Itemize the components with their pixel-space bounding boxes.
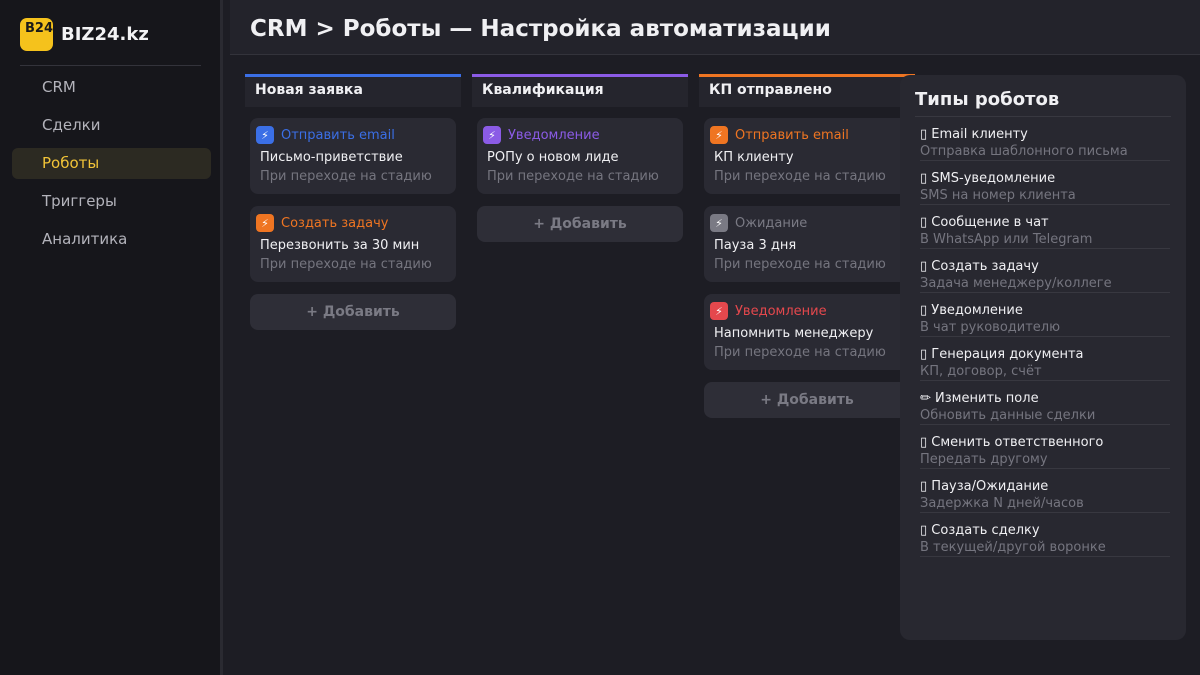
robot-card[interactable]: ⚡ Создать задачу Перезвонить за 30 мин П…: [250, 206, 456, 282]
robot-name: Пауза 3 дня: [714, 238, 797, 253]
robot-card[interactable]: ⚡ Отправить email Письмо-приветствие При…: [250, 118, 456, 194]
sidebar-item-deals[interactable]: Сделки: [12, 110, 211, 141]
robot-type-document[interactable]: ▯ Генерация документа КП, договор, счёт: [920, 337, 1170, 381]
robot-name: РОПу о новом лиде: [487, 150, 619, 165]
robot-trigger: При переходе на стадию: [260, 169, 432, 184]
robot-type-label: Сменить ответственного: [931, 435, 1104, 450]
user-swap-icon: ▯: [920, 435, 928, 450]
robot-type-desc: Обновить данные сделки: [920, 408, 1096, 423]
robot-type: Уведомление: [735, 303, 827, 319]
brand[interactable]: B24 BIZ24.kz: [20, 18, 149, 51]
chat-icon: ▯: [920, 215, 928, 230]
lightning-icon: ⚡: [710, 302, 728, 320]
sidebar-item-triggers[interactable]: Триггеры: [12, 186, 211, 217]
page-header: CRM > Роботы — Настройка автоматизации: [230, 0, 1200, 55]
stage-column-qualification: Квалификация ⚡ Уведомление РОПу о новом …: [472, 74, 688, 242]
logo: B24: [20, 18, 53, 51]
add-robot-button[interactable]: + Добавить: [477, 206, 683, 242]
robot-type: Создать задачу: [281, 215, 389, 231]
robot-type-edit-field[interactable]: ✏ Изменить поле Обновить данные сделки: [920, 381, 1170, 425]
sidebar: B24 BIZ24.kz CRM Сделки Роботы Триггеры …: [0, 0, 220, 675]
add-robot-button[interactable]: + Добавить: [250, 294, 456, 330]
lightning-icon: ⚡: [256, 126, 274, 144]
robot-type-desc: SMS на номер клиента: [920, 188, 1076, 203]
panel-title: Типы роботов: [915, 89, 1171, 117]
robot-trigger: При переходе на стадию: [714, 257, 886, 272]
robot-card[interactable]: ⚡ Уведомление Напомнить менеджеру При пе…: [704, 294, 910, 370]
robot-type: Отправить email: [735, 127, 849, 143]
robot-type-label: Сообщение в чат: [931, 215, 1049, 230]
add-robot-button[interactable]: + Добавить: [704, 382, 910, 418]
robot-types-panel: Типы роботов ▯ Email клиенту Отправка ша…: [900, 75, 1186, 640]
pencil-icon: ✏: [920, 391, 931, 406]
robot-type-desc: КП, договор, счёт: [920, 364, 1042, 379]
task-icon: ▯: [920, 259, 928, 274]
robot-trigger: При переходе на стадию: [487, 169, 659, 184]
robot-type-change-owner[interactable]: ▯ Сменить ответственного Передать другом…: [920, 425, 1170, 469]
robot-type-desc: Задержка N дней/часов: [920, 496, 1084, 511]
robot-type-chat[interactable]: ▯ Сообщение в чат В WhatsApp или Telegra…: [920, 205, 1170, 249]
robot-type-task[interactable]: ▯ Создать задачу Задача менеджеру/коллег…: [920, 249, 1170, 293]
robot-name: Перезвонить за 30 мин: [260, 238, 420, 253]
stage-header: Квалификация: [472, 74, 688, 107]
robot-type-desc: Задача менеджеру/коллеге: [920, 276, 1112, 291]
robot-type-create-deal[interactable]: ▯ Создать сделку В текущей/другой воронк…: [920, 513, 1170, 557]
robot-type: Ожидание: [735, 215, 808, 231]
robot-type-desc: В чат руководителю: [920, 320, 1061, 335]
robot-type-label: SMS-уведомление: [931, 171, 1056, 186]
document-icon: ▯: [920, 347, 928, 362]
lightning-icon: ⚡: [256, 214, 274, 232]
robot-name: Письмо-приветствие: [260, 150, 403, 165]
robot-trigger: При переходе на стадию: [260, 257, 432, 272]
robot-card[interactable]: ⚡ Уведомление РОПу о новом лиде При пере…: [477, 118, 683, 194]
robot-type-label: Email клиенту: [931, 127, 1028, 142]
robot-type-label: Создать сделку: [931, 523, 1040, 538]
robot-name: Напомнить менеджеру: [714, 326, 874, 341]
robot-trigger: При переходе на стадию: [714, 169, 886, 184]
pause-icon: ▯: [920, 479, 928, 494]
stage-column-new-request: Новая заявка ⚡ Отправить email Письмо-пр…: [245, 74, 461, 330]
lightning-icon: ⚡: [710, 126, 728, 144]
robot-type-pause[interactable]: ▯ Пауза/Ожидание Задержка N дней/часов: [920, 469, 1170, 513]
robot-card[interactable]: ⚡ Ожидание Пауза 3 дня При переходе на с…: [704, 206, 910, 282]
robot-type-desc: В WhatsApp или Telegram: [920, 232, 1093, 247]
stage-header: КП отправлено: [699, 74, 915, 107]
stage-column-proposal-sent: КП отправлено ⚡ Отправить email КП клиен…: [699, 74, 915, 418]
lightning-icon: ⚡: [710, 214, 728, 232]
sidebar-border: [220, 0, 223, 675]
bell-icon: ▯: [920, 303, 928, 318]
robot-type: Отправить email: [281, 127, 395, 143]
robot-card[interactable]: ⚡ Отправить email КП клиенту При переход…: [704, 118, 910, 194]
robot-type-label: Создать задачу: [931, 259, 1039, 274]
sidebar-divider: [20, 65, 201, 66]
brand-name: BIZ24.kz: [61, 24, 149, 45]
lightning-icon: ⚡: [483, 126, 501, 144]
robot-trigger: При переходе на стадию: [714, 345, 886, 360]
robot-type-notification[interactable]: ▯ Уведомление В чат руководителю: [920, 293, 1170, 337]
sidebar-item-analytics[interactable]: Аналитика: [12, 224, 211, 255]
sidebar-item-crm[interactable]: CRM: [12, 72, 211, 103]
robot-type-desc: Передать другому: [920, 452, 1048, 467]
envelope-icon: ▯: [920, 127, 928, 142]
page-title: CRM > Роботы — Настройка автоматизации: [250, 16, 831, 42]
robot-type: Уведомление: [508, 127, 600, 143]
robot-type-email[interactable]: ▯ Email клиенту Отправка шаблонного пись…: [920, 117, 1170, 161]
plus-deal-icon: ▯: [920, 523, 928, 538]
phone-icon: ▯: [920, 171, 928, 186]
robot-name: КП клиенту: [714, 150, 794, 165]
robot-type-label: Изменить поле: [935, 391, 1039, 406]
stage-header: Новая заявка: [245, 74, 461, 107]
sidebar-nav: CRM Сделки Роботы Триггеры Аналитика: [12, 72, 211, 262]
robot-type-sms[interactable]: ▯ SMS-уведомление SMS на номер клиента: [920, 161, 1170, 205]
robot-type-label: Пауза/Ожидание: [931, 479, 1049, 494]
sidebar-item-robots[interactable]: Роботы: [12, 148, 211, 179]
robot-type-label: Генерация документа: [931, 347, 1084, 362]
robot-type-desc: В текущей/другой воронке: [920, 540, 1106, 555]
robot-type-label: Уведомление: [931, 303, 1023, 318]
robot-type-desc: Отправка шаблонного письма: [920, 144, 1128, 159]
robot-types-list: ▯ Email клиенту Отправка шаблонного пись…: [920, 117, 1170, 557]
